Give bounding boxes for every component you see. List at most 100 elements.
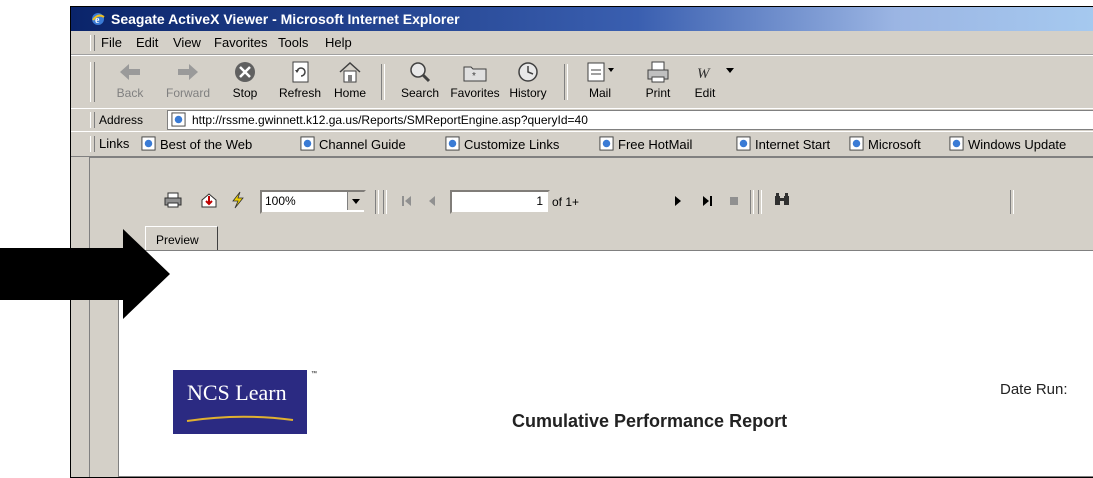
zoom-select[interactable]: 100% — [260, 190, 366, 214]
address-label: Address — [99, 113, 144, 127]
toolbar-separator — [381, 64, 385, 100]
find-text-icon[interactable] — [774, 193, 790, 207]
favorites-icon: * — [463, 66, 487, 82]
links-label: Links — [99, 136, 130, 151]
svg-text:W: W — [697, 66, 711, 82]
page-number: 1 — [536, 194, 543, 208]
home-button[interactable]: Home — [321, 60, 379, 100]
date-run-label: Date Run: — [1000, 381, 1068, 398]
zoom-dropdown-button[interactable] — [347, 192, 364, 210]
chevron-down-icon — [352, 199, 360, 204]
edit-dropdown-icon[interactable] — [726, 68, 734, 74]
menu-bar: File Edit View Favorites Tools Help — [71, 32, 1093, 55]
viewer-separator — [758, 190, 762, 214]
history-button[interactable]: History — [499, 60, 557, 100]
mail-icon — [587, 62, 614, 82]
viewer-separator — [750, 190, 754, 214]
menu-favorites[interactable]: Favorites — [214, 35, 267, 50]
address-bar: Address http://rssme.gwinnett.k12.ga.us/… — [71, 108, 1093, 132]
link-text: Free HotMail — [618, 137, 693, 152]
menu-help[interactable]: Help — [325, 35, 352, 50]
links-bar: Links Best of the Web Channel Guide Cust… — [71, 131, 1093, 157]
link-text: Windows Update — [968, 137, 1067, 152]
forward-arrow-icon — [178, 64, 198, 80]
title-bar[interactable]: e Seagate ActiveX Viewer - Microsoft Int… — [71, 7, 1093, 31]
address-grip[interactable] — [90, 112, 95, 128]
links-grip[interactable] — [90, 136, 95, 152]
viewer-separator — [375, 190, 379, 214]
stop-label: Stop — [232, 86, 258, 100]
last-page-icon[interactable] — [702, 196, 712, 206]
previous-page-icon[interactable] — [428, 196, 436, 206]
menu-file[interactable]: File — [101, 35, 122, 50]
favorites-button[interactable]: * Favorites — [446, 60, 504, 100]
logo-swoosh — [186, 415, 294, 422]
toolbar-separator — [564, 64, 568, 100]
ncs-learn-logo: NCS Learn — [173, 370, 307, 434]
mail-label: Mail — [588, 86, 611, 100]
link-page-icon — [445, 136, 460, 151]
svg-text:e: e — [95, 15, 100, 26]
link-windows-update[interactable]: Windows Update — [949, 136, 1066, 152]
search-button[interactable]: Search — [391, 60, 449, 100]
refresh-icon — [292, 61, 309, 83]
report-page — [118, 250, 1093, 477]
print-report-icon[interactable] — [164, 192, 182, 208]
address-input[interactable]: http://rssme.gwinnett.k12.ga.us/Reports/… — [167, 110, 1093, 130]
first-page-icon[interactable] — [402, 196, 412, 206]
link-microsoft[interactable]: Microsoft — [849, 136, 921, 152]
link-customize-links[interactable]: Customize Links — [445, 136, 559, 152]
link-text: Microsoft — [868, 137, 921, 152]
svg-text:*: * — [472, 71, 476, 82]
link-text: Customize Links — [464, 137, 560, 152]
page-number-input[interactable]: 1 — [450, 190, 550, 214]
mail-button[interactable]: Mail — [571, 60, 629, 100]
refresh-report-icon[interactable] — [230, 191, 246, 209]
link-text: Best of the Web — [160, 137, 253, 152]
link-page-icon — [736, 136, 751, 151]
stop-button[interactable]: Stop — [216, 60, 274, 100]
favorites-label: Favorites — [450, 86, 500, 100]
pointer-arrow — [0, 229, 170, 319]
report-viewer-toolbar: 100% 1 of 1+ — [90, 158, 1093, 214]
ie-logo-icon: e — [92, 13, 105, 26]
link-free-hotmail[interactable]: Free HotMail — [599, 136, 692, 152]
menubar-grip[interactable] — [90, 35, 95, 51]
menu-tools[interactable]: Tools — [278, 35, 308, 50]
back-arrow-icon — [120, 64, 140, 80]
link-channel-guide[interactable]: Channel Guide — [300, 136, 406, 152]
history-label: History — [509, 86, 547, 100]
home-label: Home — [333, 86, 366, 100]
address-url: http://rssme.gwinnett.k12.ga.us/Reports/… — [192, 113, 588, 127]
link-page-icon — [849, 136, 864, 151]
refresh-label: Refresh — [278, 86, 322, 100]
link-internet-start[interactable]: Internet Start — [736, 136, 830, 152]
page-icon — [171, 112, 186, 127]
edit-label: Edit — [694, 86, 716, 100]
menu-edit[interactable]: Edit — [136, 35, 158, 50]
forward-button[interactable]: Forward — [159, 60, 217, 100]
viewer-separator — [1010, 190, 1014, 214]
logo-trademark: ™ — [311, 371, 317, 377]
export-report-icon[interactable] — [200, 192, 218, 208]
search-icon — [410, 62, 431, 83]
logo-text: NCS Learn — [187, 380, 287, 405]
standard-toolbar: Back Forward Stop Refresh Home Search * … — [71, 55, 1093, 109]
link-text: Channel Guide — [319, 137, 406, 152]
print-icon — [647, 61, 669, 83]
menu-view[interactable]: View — [173, 35, 201, 50]
forward-label: Forward — [165, 86, 210, 100]
link-best-of-the-web[interactable]: Best of the Web — [141, 136, 252, 152]
back-button[interactable]: Back — [101, 60, 159, 100]
print-label: Print — [645, 86, 671, 100]
link-page-icon — [599, 136, 614, 151]
link-page-icon — [300, 136, 315, 151]
edit-icon: W — [697, 66, 711, 82]
edit-button[interactable]: W Edit — [676, 60, 734, 100]
home-icon — [339, 61, 361, 83]
history-icon — [518, 62, 538, 82]
next-page-icon[interactable] — [674, 196, 682, 206]
toolbar-grip[interactable] — [90, 62, 95, 102]
viewer-separator — [383, 190, 387, 214]
stop-loading-icon[interactable] — [730, 197, 738, 205]
